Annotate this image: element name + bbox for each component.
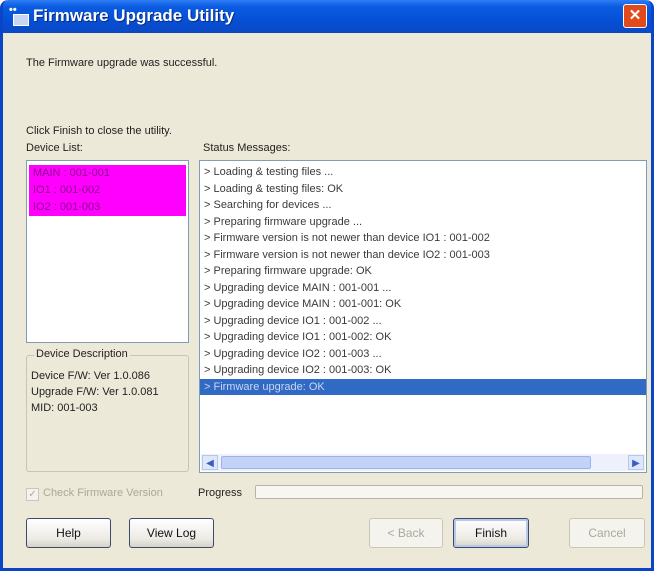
status-messages-label: Status Messages: (203, 142, 291, 154)
status-message-row[interactable]: > Firmware upgrade: OK (200, 378, 646, 395)
status-message-row[interactable]: > Preparing firmware upgrade ... (200, 214, 646, 231)
status-message-row[interactable]: > Searching for devices ... (200, 197, 646, 214)
scroll-right-icon[interactable]: ▶ (628, 455, 644, 470)
help-button[interactable]: Help (26, 518, 111, 548)
close-icon[interactable]: ✕ (623, 4, 647, 28)
scroll-thumb[interactable] (221, 456, 591, 469)
check-version-label: Check Firmware Version (43, 487, 163, 499)
status-message-row[interactable]: > Firmware version is not newer than dev… (200, 230, 646, 247)
instruction-text: Click Finish to close the utility. (26, 125, 172, 137)
device-list-label: Device List: (26, 142, 83, 154)
status-message-row[interactable]: > Preparing firmware upgrade: OK (200, 263, 646, 280)
progress-bar (255, 485, 643, 499)
device-list[interactable]: MAIN : 001-001 IO1 : 001-002 IO2 : 001-0… (26, 160, 189, 343)
device-list-item[interactable]: IO2 : 001-003 (29, 199, 186, 216)
title-bar[interactable]: •• Firmware Upgrade Utility ✕ (3, 0, 651, 33)
status-message-row[interactable]: > Loading & testing files: OK (200, 181, 646, 198)
status-message-row[interactable]: > Upgrading device IO1 : 001-002 ... (200, 313, 646, 330)
device-description-group: Device Description Device F/W: Ver 1.0.0… (26, 348, 189, 472)
check-icon: ✓ (28, 489, 37, 500)
device-fw-text: Device F/W: Ver 1.0.086 (31, 370, 151, 382)
horizontal-scrollbar[interactable]: ◀ ▶ (201, 454, 645, 471)
window-title: Firmware Upgrade Utility (33, 6, 235, 25)
status-messages-list[interactable]: > Loading & testing files ... > Loading &… (199, 160, 647, 473)
status-message-row[interactable]: > Firmware version is not newer than dev… (200, 247, 646, 264)
firmware-upgrade-window: •• Firmware Upgrade Utility ✕ The Firmwa… (0, 0, 654, 571)
status-message-row[interactable]: > Upgrading device IO1 : 001-002: OK (200, 329, 646, 346)
progress-label: Progress (198, 487, 243, 499)
status-message-row[interactable]: > Upgrading device MAIN : 001-001 ... (200, 280, 646, 297)
status-message-row[interactable]: > Upgrading device MAIN : 001-001: OK (200, 296, 646, 313)
finish-button[interactable]: Finish (453, 518, 529, 548)
device-description-title: Device Description (34, 348, 130, 360)
status-text: The Firmware upgrade was successful. (26, 57, 218, 69)
view-log-button[interactable]: View Log (129, 518, 214, 548)
app-chip-icon: •• (9, 4, 31, 26)
cancel-button[interactable]: Cancel (569, 518, 645, 548)
status-message-row[interactable]: > Loading & testing files ... (200, 164, 646, 181)
status-message-row[interactable]: > Upgrading device IO2 : 001-003 ... (200, 346, 646, 363)
upgrade-fw-text: Upgrade F/W: Ver 1.0.081 (31, 386, 159, 398)
status-message-row[interactable]: > Upgrading device IO2 : 001-003: OK (200, 362, 646, 379)
check-version-checkbox[interactable]: ✓ (26, 488, 39, 501)
mid-text: MID: 001-003 (31, 402, 98, 414)
back-button[interactable]: < Back (369, 518, 443, 548)
device-list-item[interactable]: IO1 : 001-002 (29, 182, 186, 199)
device-list-item[interactable]: MAIN : 001-001 (29, 165, 186, 182)
scroll-left-icon[interactable]: ◀ (202, 455, 218, 470)
